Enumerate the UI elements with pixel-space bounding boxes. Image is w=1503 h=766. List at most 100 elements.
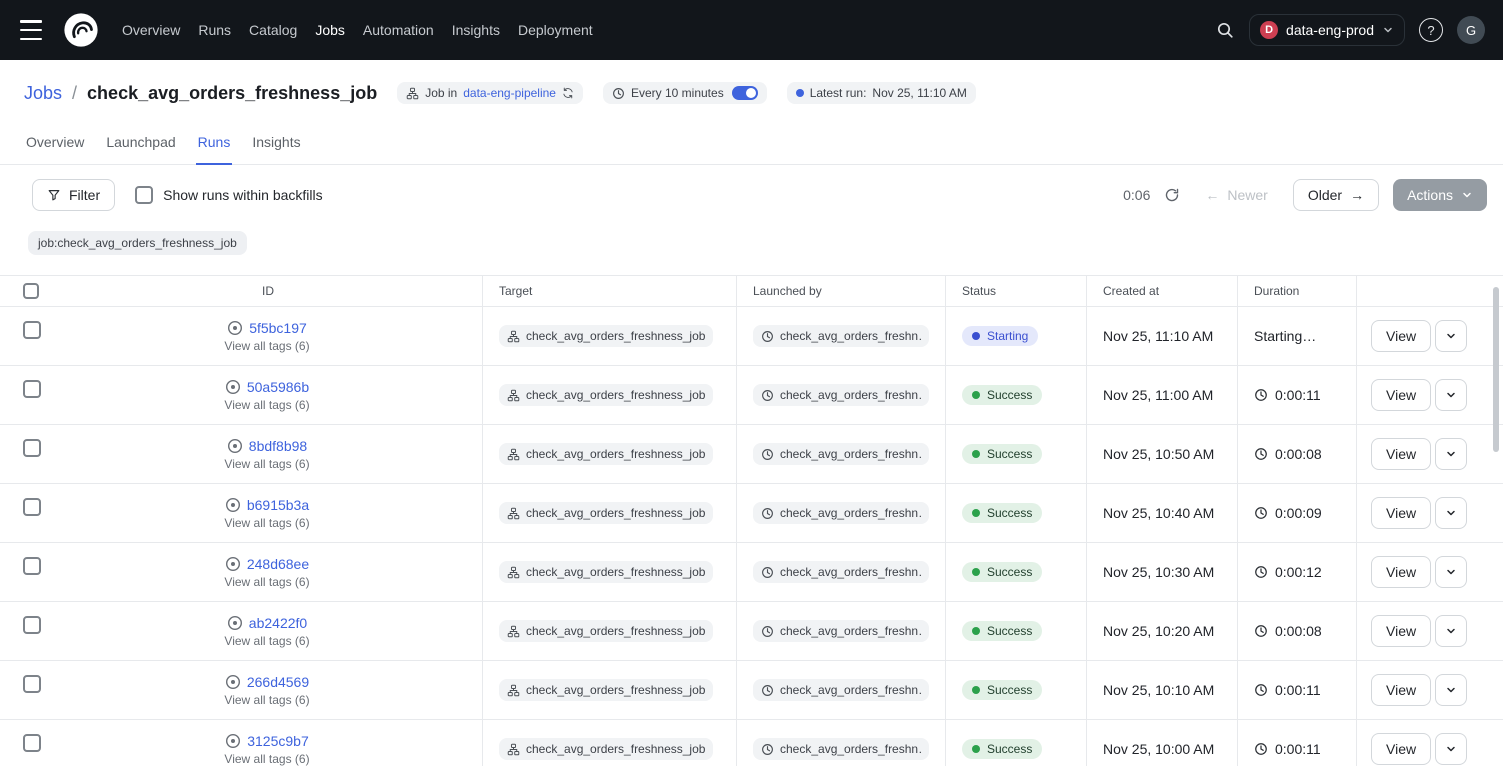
run-id-link[interactable]: 266d4569: [247, 674, 309, 690]
schedule-toggle[interactable]: [732, 86, 758, 100]
row-checkbox[interactable]: [23, 675, 41, 693]
row-checkbox[interactable]: [23, 557, 41, 575]
select-all-checkbox[interactable]: [23, 283, 39, 299]
filter-button[interactable]: Filter: [32, 179, 115, 211]
dagster-logo-icon[interactable]: [62, 11, 100, 49]
launched-by-chip[interactable]: check_avg_orders_freshn…: [753, 561, 929, 583]
nav-item-catalog[interactable]: Catalog: [249, 16, 297, 44]
schedule-icon: [761, 330, 774, 343]
run-actions-dropdown-button[interactable]: [1435, 438, 1467, 470]
run-id-link[interactable]: 50a5986b: [247, 379, 309, 395]
run-actions-dropdown-button[interactable]: [1435, 379, 1467, 411]
target-chip[interactable]: check_avg_orders_freshness_job: [499, 325, 713, 347]
launched-by-chip[interactable]: check_avg_orders_freshn…: [753, 325, 929, 347]
view-run-button[interactable]: View: [1371, 615, 1431, 647]
row-checkbox[interactable]: [23, 734, 41, 752]
hamburger-menu-icon[interactable]: [20, 20, 46, 40]
search-icon[interactable]: [1215, 20, 1235, 40]
column-header-target: Target: [482, 276, 736, 306]
tab-runs[interactable]: Runs: [196, 128, 233, 165]
chevron-down-icon: [1445, 448, 1457, 460]
created-at-value: Nov 25, 10:50 AM: [1103, 446, 1214, 462]
column-header-status: Status: [945, 276, 1086, 306]
tab-overview[interactable]: Overview: [24, 128, 86, 164]
view-all-tags-link[interactable]: View all tags (6): [224, 693, 309, 707]
breadcrumb-jobs-link[interactable]: Jobs: [24, 83, 62, 104]
run-actions-dropdown-button[interactable]: [1435, 733, 1467, 765]
run-actions-dropdown-button[interactable]: [1435, 320, 1467, 352]
run-status-icon: [225, 733, 241, 749]
target-chip[interactable]: check_avg_orders_freshness_job: [499, 738, 713, 760]
nav-item-insights[interactable]: Insights: [452, 16, 500, 44]
launched-by-chip[interactable]: check_avg_orders_freshn…: [753, 443, 929, 465]
row-checkbox[interactable]: [23, 439, 41, 457]
target-chip[interactable]: check_avg_orders_freshness_job: [499, 384, 713, 406]
run-id-link[interactable]: 8bdf8b98: [249, 438, 307, 454]
view-all-tags-link[interactable]: View all tags (6): [224, 752, 309, 766]
status-badge: Success: [962, 444, 1042, 464]
target-chip[interactable]: check_avg_orders_freshness_job: [499, 561, 713, 583]
view-run-button[interactable]: View: [1371, 379, 1431, 411]
target-chip[interactable]: check_avg_orders_freshness_job: [499, 679, 713, 701]
show-backfills-checkbox[interactable]: [135, 186, 153, 204]
launched-by-chip[interactable]: check_avg_orders_freshn…: [753, 620, 929, 642]
view-all-tags-link[interactable]: View all tags (6): [224, 634, 309, 648]
view-all-tags-link[interactable]: View all tags (6): [224, 516, 309, 530]
refresh-icon[interactable]: [1164, 187, 1180, 203]
row-checkbox[interactable]: [23, 616, 41, 634]
schedule-icon: [761, 566, 774, 579]
code-location-link[interactable]: data-eng-pipeline: [463, 86, 556, 100]
target-chip[interactable]: check_avg_orders_freshness_job: [499, 502, 713, 524]
user-avatar[interactable]: G: [1457, 16, 1485, 44]
view-all-tags-link[interactable]: View all tags (6): [224, 575, 309, 589]
run-actions-dropdown-button[interactable]: [1435, 674, 1467, 706]
nav-item-deployment[interactable]: Deployment: [518, 16, 593, 44]
run-actions-dropdown-button[interactable]: [1435, 615, 1467, 647]
newer-button[interactable]: ← Newer: [1194, 179, 1278, 211]
view-run-button[interactable]: View: [1371, 497, 1431, 529]
run-id-link[interactable]: 3125c9b7: [247, 733, 309, 749]
help-icon[interactable]: ?: [1419, 18, 1443, 42]
page-title: check_avg_orders_freshness_job: [87, 83, 377, 104]
view-run-button[interactable]: View: [1371, 556, 1431, 588]
view-all-tags-link[interactable]: View all tags (6): [224, 398, 309, 412]
created-at-value: Nov 25, 10:00 AM: [1103, 741, 1214, 757]
launched-by-chip[interactable]: check_avg_orders_freshn…: [753, 738, 929, 760]
view-run-button[interactable]: View: [1371, 320, 1431, 352]
view-all-tags-link[interactable]: View all tags (6): [224, 339, 309, 353]
launched-by-chip[interactable]: check_avg_orders_freshn…: [753, 502, 929, 524]
table-row: 5f5bc197 View all tags (6) check_avg_ord…: [0, 307, 1503, 366]
nav-item-jobs[interactable]: Jobs: [315, 16, 345, 44]
status-badge: Success: [962, 562, 1042, 582]
launched-by-chip[interactable]: check_avg_orders_freshn…: [753, 384, 929, 406]
deployment-switcher[interactable]: D data-eng-prod: [1249, 14, 1405, 46]
arrow-right-icon: →: [1350, 187, 1364, 203]
older-button[interactable]: Older →: [1293, 179, 1379, 211]
run-id-link[interactable]: b6915b3a: [247, 497, 309, 513]
row-checkbox[interactable]: [23, 321, 41, 339]
tab-launchpad[interactable]: Launchpad: [104, 128, 177, 164]
view-run-button[interactable]: View: [1371, 733, 1431, 765]
run-actions-dropdown-button[interactable]: [1435, 556, 1467, 588]
nav-item-runs[interactable]: Runs: [198, 16, 231, 44]
run-id-link[interactable]: 248d68ee: [247, 556, 309, 572]
scrollbar-thumb[interactable]: [1493, 287, 1499, 452]
tab-insights[interactable]: Insights: [250, 128, 302, 164]
run-id-link[interactable]: ab2422f0: [249, 615, 307, 631]
run-id-link[interactable]: 5f5bc197: [249, 320, 307, 336]
row-checkbox[interactable]: [23, 498, 41, 516]
target-chip[interactable]: check_avg_orders_freshness_job: [499, 620, 713, 642]
job-filter-tag[interactable]: job:check_avg_orders_freshness_job: [28, 231, 247, 255]
launched-by-chip[interactable]: check_avg_orders_freshn…: [753, 679, 929, 701]
target-chip[interactable]: check_avg_orders_freshness_job: [499, 443, 713, 465]
run-actions-dropdown-button[interactable]: [1435, 497, 1467, 529]
row-checkbox[interactable]: [23, 380, 41, 398]
actions-button[interactable]: Actions: [1393, 179, 1487, 211]
status-label: Success: [987, 683, 1032, 697]
view-run-button[interactable]: View: [1371, 674, 1431, 706]
nav-item-automation[interactable]: Automation: [363, 16, 434, 44]
primary-nav: Overview Runs Catalog Jobs Automation In…: [122, 16, 593, 44]
view-run-button[interactable]: View: [1371, 438, 1431, 470]
view-all-tags-link[interactable]: View all tags (6): [224, 457, 309, 471]
nav-item-overview[interactable]: Overview: [122, 16, 180, 44]
